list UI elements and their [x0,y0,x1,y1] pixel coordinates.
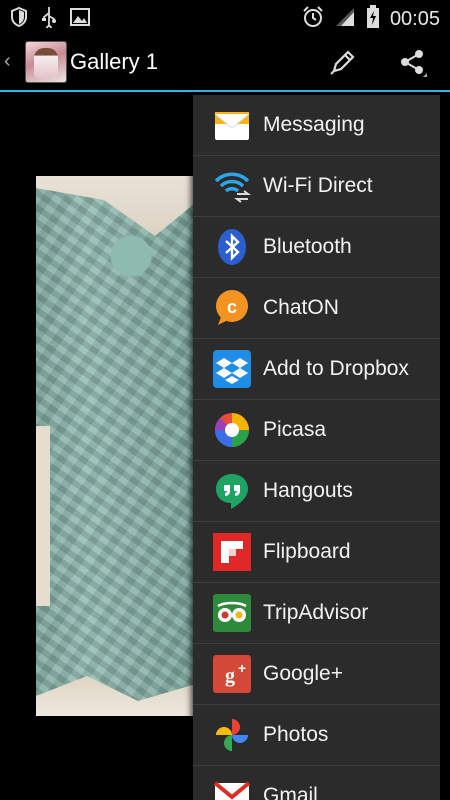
tripadvisor-icon [213,594,251,632]
svg-text:+: + [238,660,246,676]
action-bar-divider [0,90,450,92]
share-item-photos[interactable]: Photos [193,705,440,766]
share-item-dropbox[interactable]: Add to Dropbox [193,339,440,400]
share-item-label: Messaging [263,113,365,136]
svg-text:g: g [225,665,235,687]
app-thumbnail-icon[interactable] [25,41,67,83]
svg-text:c: c [227,297,237,317]
status-time: 00:05 [389,8,440,30]
share-item-label: Google+ [263,662,343,685]
share-item-label: Wi-Fi Direct [263,174,373,197]
share-item-chaton[interactable]: c ChatON [193,278,440,339]
share-icon[interactable] [395,44,431,80]
alarm-icon [302,6,324,33]
shield-icon [10,6,28,32]
gallery-image[interactable] [36,176,206,716]
flipboard-icon [213,533,251,571]
hangouts-icon [213,472,251,510]
gmail-icon [213,777,251,800]
share-item-google-plus[interactable]: g + Google+ [193,644,440,705]
photos-icon [213,716,251,754]
battery-charging-icon [366,5,380,34]
share-item-label: TripAdvisor [263,601,369,624]
bluetooth-icon [213,228,251,266]
chevron-left-icon[interactable]: ‹ [4,50,11,73]
share-item-label: Gmail [263,784,318,800]
google-plus-icon: g + [213,655,251,693]
status-bar: 00:05 [0,0,450,33]
share-item-bluetooth[interactable]: Bluetooth [193,217,440,278]
share-item-label: ChatON [263,296,339,319]
share-item-label: Flipboard [263,540,351,563]
page-title[interactable]: Gallery 1 [70,49,158,75]
share-item-label: Add to Dropbox [263,357,409,380]
share-item-flipboard[interactable]: Flipboard [193,522,440,583]
chaton-icon: c [213,289,251,327]
share-menu: Messaging Wi-Fi Direct Bluetooth c ChatO… [193,95,440,800]
share-item-tripadvisor[interactable]: TripAdvisor [193,583,440,644]
picasa-icon [213,411,251,449]
share-item-messaging[interactable]: Messaging [193,95,440,156]
share-item-label: Picasa [263,418,327,441]
usb-icon [42,6,56,33]
dropbox-icon [213,350,251,388]
share-item-gmail[interactable]: Gmail [193,766,440,800]
edit-pencil-icon[interactable] [325,44,361,80]
share-item-hangouts[interactable]: Hangouts [193,461,440,522]
share-item-label: Hangouts [263,479,353,502]
messaging-icon [213,106,251,144]
signal-icon [334,6,356,33]
image-icon [70,8,90,31]
share-item-label: Bluetooth [263,235,352,258]
action-bar [0,33,450,90]
share-item-label: Photos [263,723,329,746]
wifi-direct-icon [213,167,251,205]
share-item-picasa[interactable]: Picasa [193,400,440,461]
share-item-wifi-direct[interactable]: Wi-Fi Direct [193,156,440,217]
